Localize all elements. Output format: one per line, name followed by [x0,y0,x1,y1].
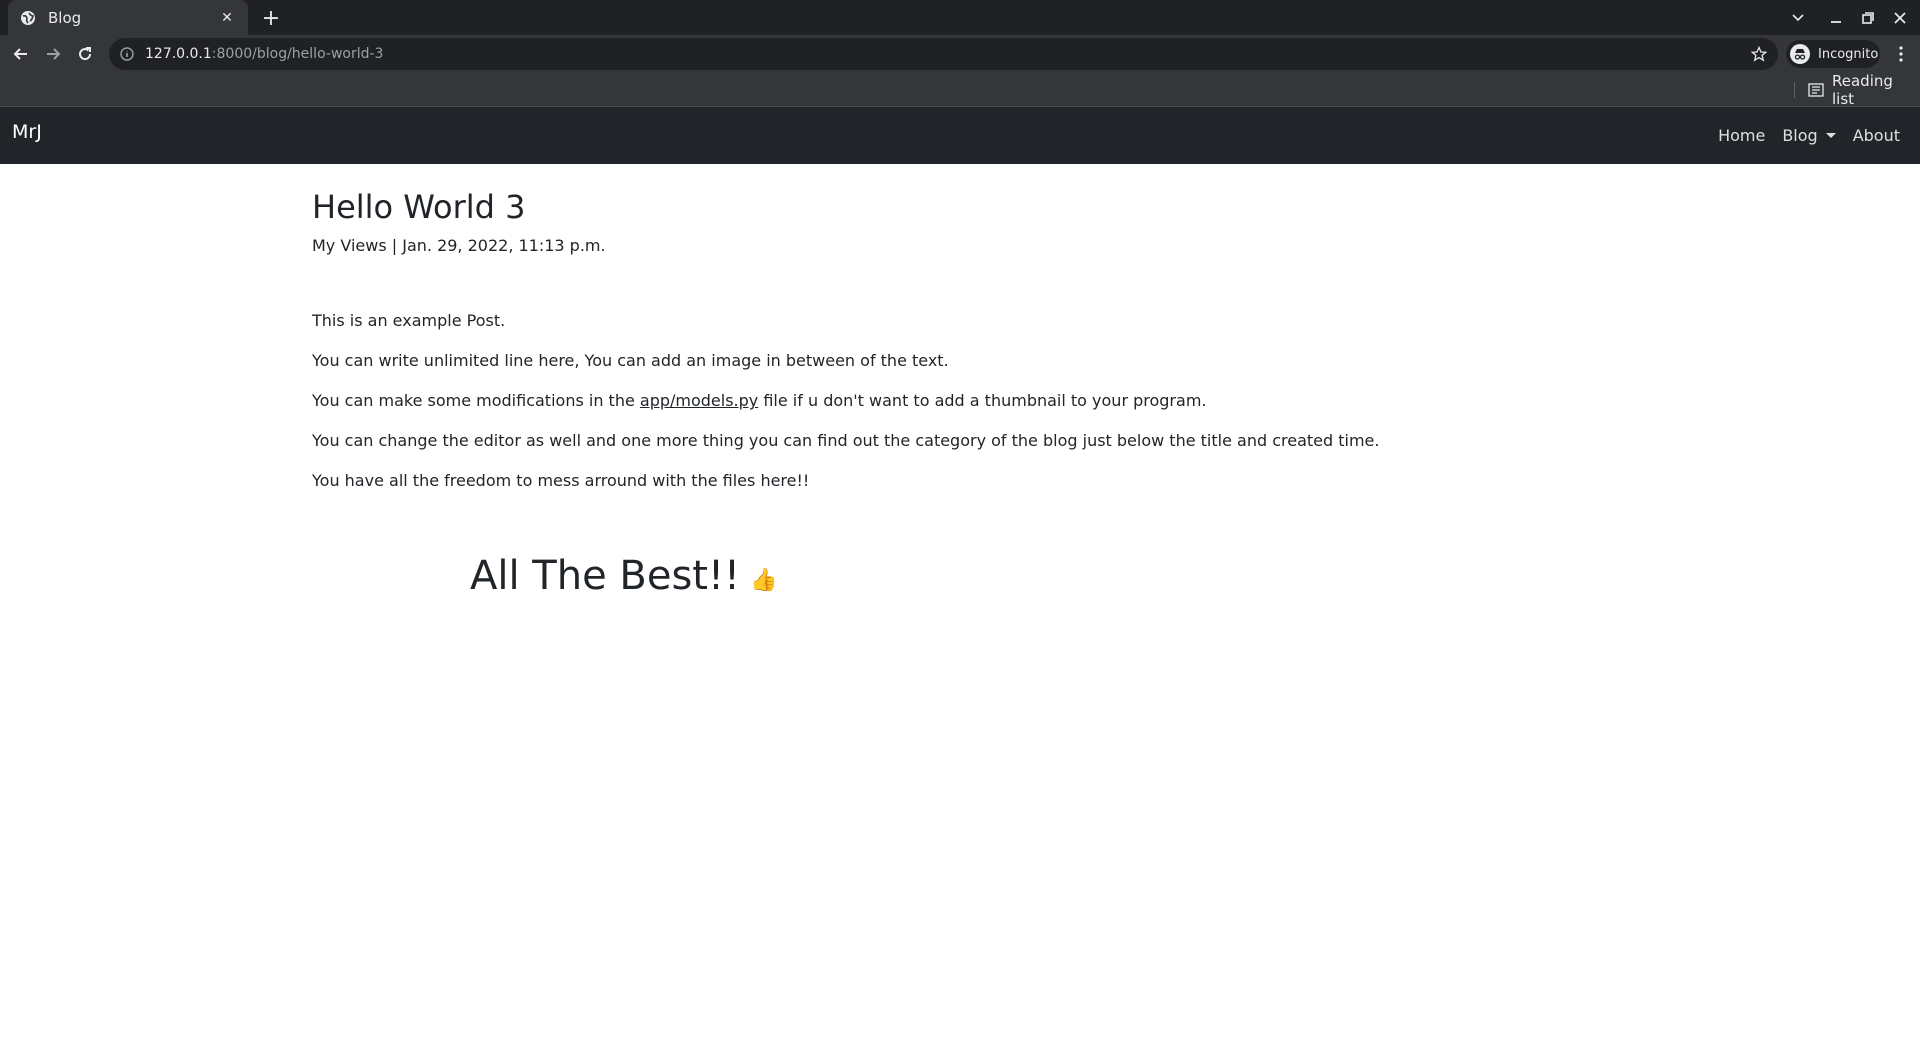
nav-blog-label: Blog [1782,126,1818,145]
globe-icon [20,10,36,26]
post-paragraph: This is an example Post. [312,311,506,331]
post-title: Hello World 3 [312,188,526,226]
post-body: This is an example Post. You can write u… [312,309,1612,493]
address-bar[interactable]: 127.0.0.1:8000/blog/hello-world-3 [109,38,1778,70]
site-navbar: MrJ Home Blog About [0,107,1920,164]
browser-menu-icon[interactable] [1886,39,1916,69]
new-tab-button[interactable]: + [258,5,284,31]
post-paragraph: You can make some modifications in the a… [312,389,1612,413]
browser-toolbar: 127.0.0.1:8000/blog/hello-world-3 Incogn… [0,35,1920,73]
window-close-icon[interactable] [1884,0,1916,35]
incognito-icon [1790,44,1810,64]
nav-links: Home Blog About [1701,107,1900,164]
reading-list-button[interactable]: Reading list [1802,72,1920,108]
site-info-icon[interactable] [119,46,135,62]
tab-search-icon[interactable] [1782,0,1814,35]
tab-strip: Blog ✕ + [0,0,1920,35]
reading-list-icon [1808,83,1824,97]
paragraph-text: file if u don't want to add a thumbnail … [758,391,1207,411]
address-host: 127.0.0.1 [145,46,212,62]
forward-icon[interactable] [38,39,68,69]
browser-tab[interactable]: Blog ✕ [8,0,248,35]
post-paragraph: You can write unlimited line here, You c… [312,351,949,371]
closing-text: All The Best!! [470,553,741,599]
closing-heading: All The Best!! 👍 [470,553,777,599]
post-paragraph: You can change the editor as well and on… [312,431,1380,451]
minimize-icon[interactable] [1820,0,1852,35]
restore-icon[interactable] [1852,0,1884,35]
post-content: Hello World 3 My Views | Jan. 29, 2022, … [312,164,1612,599]
paragraph-text: You can make some modifications in the [312,391,640,411]
nav-blog-dropdown[interactable]: Blog [1782,126,1836,145]
site-brand[interactable]: MrJ [12,121,42,143]
bookmarks-bar: Reading list [0,72,1920,108]
tab-title: Blog [48,8,82,27]
models-file-link[interactable]: app/models.py [640,391,758,410]
post-meta: My Views | Jan. 29, 2022, 11:13 p.m. [312,236,606,256]
tab-close-icon[interactable]: ✕ [218,9,236,27]
post-paragraph: You have all the freedom to mess arround… [312,471,810,491]
nav-home-link[interactable]: Home [1718,126,1765,145]
caret-down-icon [1825,133,1836,138]
address-path: :8000/blog/hello-world-3 [211,46,384,62]
incognito-profile-button[interactable]: Incognito [1786,40,1880,68]
thumbs-up-icon: 👍 [750,567,778,593]
bookmark-star-icon[interactable] [1750,45,1768,63]
nav-about-link[interactable]: About [1853,126,1900,145]
reading-list-label: Reading list [1832,72,1893,108]
bookmarks-separator [1794,82,1795,98]
incognito-label: Incognito [1818,46,1879,62]
reload-icon[interactable] [70,39,100,69]
back-icon[interactable] [6,39,36,69]
